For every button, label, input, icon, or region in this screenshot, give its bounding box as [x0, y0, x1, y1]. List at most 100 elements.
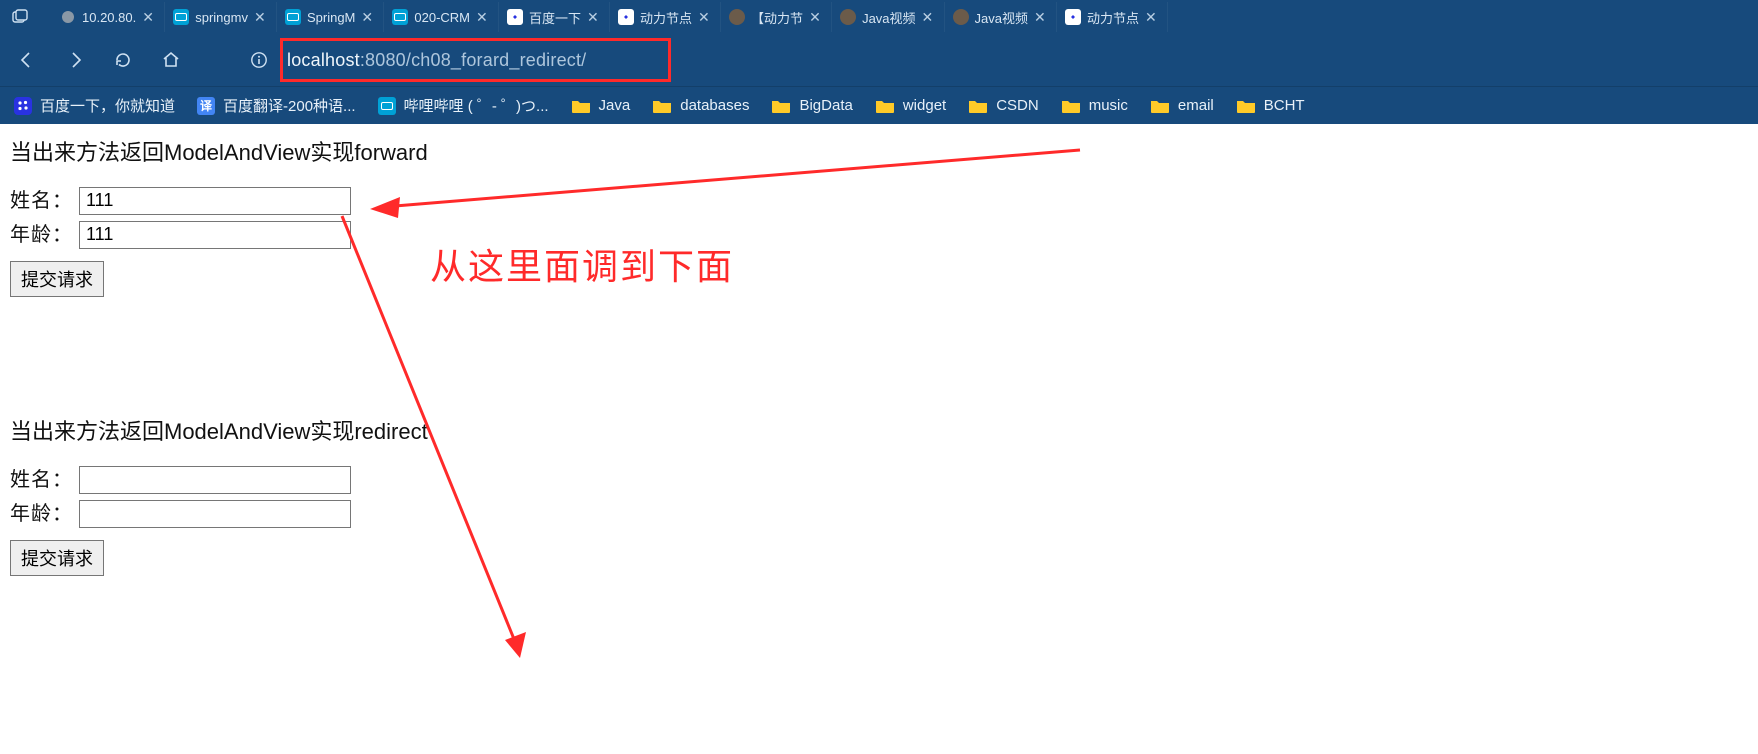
name-label: 姓名：: [10, 466, 73, 494]
annotation-text: 从这里面调到下面: [430, 242, 734, 292]
bookmark-folder-widget[interactable]: widget: [875, 97, 946, 114]
folder-icon: [875, 98, 895, 114]
toolbar: localhost:8080/ch08_forard_redirect/: [0, 34, 1758, 86]
baidu-icon: [618, 9, 634, 25]
name-input-2[interactable]: [79, 466, 351, 494]
tab-6[interactable]: 【动力节 ✕: [721, 2, 832, 32]
submit-button-forward[interactable]: 提交请求: [10, 261, 104, 297]
reload-button[interactable]: [106, 43, 140, 77]
bili-icon: [378, 97, 396, 115]
age-label: 年龄：: [10, 500, 73, 528]
bookmark-label: 百度翻译-200种语...: [223, 95, 356, 116]
close-icon[interactable]: ✕: [922, 9, 936, 26]
bili-icon: [392, 9, 408, 25]
folder-icon: [571, 98, 591, 114]
name-input[interactable]: [79, 187, 351, 215]
bookmark-label: music: [1089, 97, 1128, 114]
form-row-name-2: 姓名：: [10, 466, 1748, 494]
forward-button[interactable]: [58, 43, 92, 77]
bookmark-label: 哔哩哔哩 ( ゜- ゜)つ...: [404, 95, 549, 116]
close-icon[interactable]: ✕: [698, 9, 712, 26]
lock-icon: [60, 9, 76, 25]
tab-title: Java视频: [862, 8, 915, 27]
close-icon[interactable]: ✕: [476, 9, 490, 26]
heading-redirect: 当出来方法返回ModelAndView实现redirect: [10, 417, 1748, 448]
home-button[interactable]: [154, 43, 188, 77]
tab-title: 10.20.80.: [82, 10, 136, 25]
bookmark-folder-java[interactable]: Java: [571, 97, 631, 114]
bookmark-folder-music[interactable]: music: [1061, 97, 1128, 114]
bookmark-label: 百度一下，你就知道: [40, 95, 175, 116]
tab-0[interactable]: 10.20.80. ✕: [52, 2, 165, 32]
folder-icon: [771, 98, 791, 114]
csdn-icon: [840, 9, 856, 25]
tab-title: 【动力节: [751, 8, 803, 27]
close-icon[interactable]: ✕: [1034, 9, 1048, 26]
tab-4[interactable]: 百度一下 ✕: [499, 2, 610, 32]
tab-2[interactable]: SpringM ✕: [277, 2, 384, 32]
age-input[interactable]: [79, 221, 351, 249]
bookmark-label: CSDN: [996, 97, 1039, 114]
form-row-name: 姓名：: [10, 187, 1748, 215]
tab-5[interactable]: 动力节点 ✕: [610, 2, 721, 32]
folder-icon: [1061, 98, 1081, 114]
tab-title: springmv: [195, 10, 248, 25]
bookmark-baidu[interactable]: 百度一下，你就知道: [14, 95, 175, 116]
csdn-icon: [729, 9, 745, 25]
window-control-icon[interactable]: [6, 3, 34, 31]
bookmark-folder-bcht[interactable]: BCHT: [1236, 97, 1305, 114]
browser-chrome: 10.20.80. ✕ springmv ✕ SpringM ✕ 020-CRM…: [0, 0, 1758, 124]
folder-icon: [1236, 98, 1256, 114]
tab-title: 020-CRM: [414, 10, 470, 25]
bookmark-label: email: [1178, 97, 1214, 114]
close-icon[interactable]: ✕: [809, 9, 823, 26]
bookmark-bilibili[interactable]: 哔哩哔哩 ( ゜- ゜)つ...: [378, 95, 549, 116]
close-icon[interactable]: ✕: [254, 9, 268, 26]
name-label: 姓名：: [10, 187, 73, 215]
bookmark-label: BigData: [799, 97, 852, 114]
bili-icon: [173, 9, 189, 25]
bookmark-folder-csdn[interactable]: CSDN: [968, 97, 1039, 114]
bookmark-folder-databases[interactable]: databases: [652, 97, 749, 114]
bookmark-translate[interactable]: 译 百度翻译-200种语...: [197, 95, 356, 116]
form-row-age-2: 年龄：: [10, 500, 1748, 528]
bookmark-label: widget: [903, 97, 946, 114]
bookmark-label: Java: [599, 97, 631, 114]
translate-icon: 译: [197, 97, 215, 115]
close-icon[interactable]: ✕: [587, 9, 601, 26]
close-icon[interactable]: ✕: [361, 9, 375, 26]
tab-8[interactable]: Java视频 ✕: [945, 2, 1057, 32]
heading-forward: 当出来方法返回ModelAndView实现forward: [10, 138, 1748, 169]
back-button[interactable]: [10, 43, 44, 77]
baidu-icon: [1065, 9, 1081, 25]
tab-title: 动力节点: [640, 8, 692, 27]
tab-title: Java视频: [975, 8, 1028, 27]
tab-1[interactable]: springmv ✕: [165, 2, 277, 32]
bookmark-label: BCHT: [1264, 97, 1305, 114]
baidu-icon: [14, 97, 32, 115]
bookmarks-bar: 百度一下，你就知道 译 百度翻译-200种语... 哔哩哔哩 ( ゜- ゜)つ.…: [0, 86, 1758, 124]
tab-7[interactable]: Java视频 ✕: [832, 2, 944, 32]
section-redirect: 当出来方法返回ModelAndView实现redirect 姓名： 年龄： 提交…: [10, 417, 1748, 576]
tab-9[interactable]: 动力节点 ✕: [1057, 2, 1168, 32]
close-icon[interactable]: ✕: [142, 9, 156, 26]
tab-strip: 10.20.80. ✕ springmv ✕ SpringM ✕ 020-CRM…: [0, 0, 1758, 34]
section-forward: 当出来方法返回ModelAndView实现forward 姓名： 年龄： 提交请…: [10, 138, 1748, 297]
folder-icon: [652, 98, 672, 114]
bookmark-folder-email[interactable]: email: [1150, 97, 1214, 114]
form-row-age: 年龄：: [10, 221, 1748, 249]
tab-3[interactable]: 020-CRM ✕: [384, 2, 499, 32]
bookmark-folder-bigdata[interactable]: BigData: [771, 97, 852, 114]
close-icon[interactable]: ✕: [1145, 9, 1159, 26]
url-highlight-annotation: localhost:8080/ch08_forard_redirect/: [280, 38, 671, 82]
age-label: 年龄：: [10, 221, 73, 249]
submit-button-redirect[interactable]: 提交请求: [10, 540, 104, 576]
tab-title: SpringM: [307, 10, 355, 25]
site-info-icon[interactable]: [246, 47, 272, 73]
bili-icon: [285, 9, 301, 25]
age-input-2[interactable]: [79, 500, 351, 528]
csdn-icon: [953, 9, 969, 25]
address-bar[interactable]: localhost:8080/ch08_forard_redirect/: [246, 42, 671, 78]
baidu-icon: [507, 9, 523, 25]
bookmark-label: databases: [680, 97, 749, 114]
